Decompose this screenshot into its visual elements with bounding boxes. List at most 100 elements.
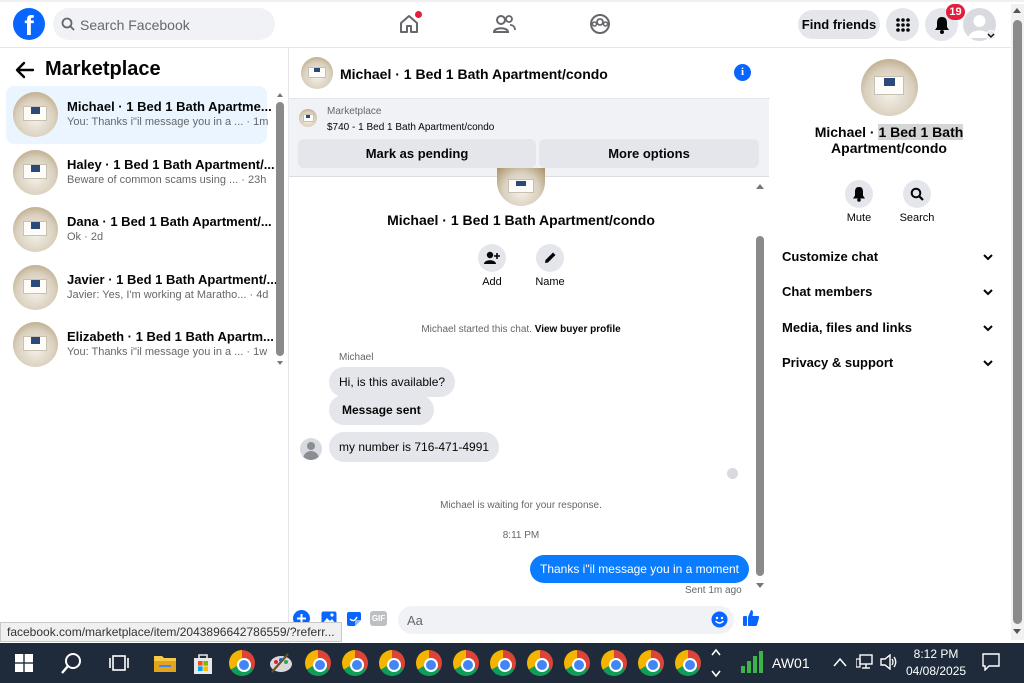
received-message-bubble[interactable]: Message sent xyxy=(329,395,434,425)
marketplace-title: Marketplace xyxy=(45,58,161,80)
add-label: Add xyxy=(482,276,502,288)
scroll-up-arrow-icon[interactable] xyxy=(1012,6,1022,14)
message-input[interactable]: Aa xyxy=(398,606,734,634)
chrome-profile-icon[interactable] xyxy=(564,650,590,676)
conversation-item[interactable]: Dana · 1 Bed 1 Bath Apartment/... Ok · 2… xyxy=(6,201,272,259)
sender-avatar[interactable] xyxy=(300,438,322,460)
received-message-bubble[interactable]: Hi, is this available? xyxy=(329,367,456,397)
account-chevron-icon[interactable] xyxy=(986,30,996,40)
mark-as-pending-button[interactable]: Mark as pending xyxy=(298,139,536,168)
edit-pencil-icon[interactable] xyxy=(536,244,564,272)
name-label: Name xyxy=(535,276,565,288)
seen-avatar-icon xyxy=(727,468,738,479)
chevron-down-icon xyxy=(983,325,993,332)
privacy-support-section[interactable]: Privacy & support xyxy=(782,355,996,375)
search-label: Search xyxy=(899,212,935,224)
chrome-profile-icon[interactable] xyxy=(342,650,368,676)
waiting-notice: Michael is waiting for your response. xyxy=(440,500,602,511)
conversation-preview: Javier: Yes, I'm working at Maratho... ·… xyxy=(67,289,269,301)
conversation-name: Elizabeth · 1 Bed 1 Bath Apartm... xyxy=(67,329,274,344)
search-chat-icon[interactable] xyxy=(903,180,931,208)
taskbar-clock-time[interactable]: 8:12 PM xyxy=(912,647,960,661)
view-buyer-profile-link[interactable]: View buyer profile xyxy=(535,324,621,335)
thumbs-up-icon[interactable] xyxy=(742,609,760,630)
chrome-profile-icon[interactable] xyxy=(638,650,664,676)
taskbar-clock-date[interactable]: 04/08/2025 xyxy=(906,664,966,678)
facebook-logo[interactable]: f xyxy=(13,8,45,40)
network-icon[interactable] xyxy=(856,654,874,670)
show-hidden-icons-icon[interactable] xyxy=(833,657,847,667)
taskbar-overflow-chevrons-icon[interactable] xyxy=(710,646,722,680)
scroll-down-arrow-icon[interactable] xyxy=(1012,628,1022,636)
aw01-app-label[interactable]: AW01 xyxy=(772,655,810,671)
add-person-icon[interactable] xyxy=(478,244,506,272)
customize-chat-section[interactable]: Customize chat xyxy=(782,249,996,269)
chevron-down-icon xyxy=(983,254,993,261)
conversation-item[interactable]: Michael · 1 Bed 1 Bath Apartme... You: T… xyxy=(6,86,272,144)
chrome-profile-icon[interactable] xyxy=(379,650,405,676)
taskbar-search-icon[interactable] xyxy=(60,651,84,675)
search-icon xyxy=(61,17,75,31)
listing-thumbnail xyxy=(13,150,58,195)
message-timestamp: 8:11 PM xyxy=(502,530,540,541)
chrome-app-icon[interactable] xyxy=(229,650,255,676)
chrome-profile-icon[interactable] xyxy=(490,650,516,676)
info-icon[interactable]: i xyxy=(734,64,751,81)
back-arrow-icon[interactable] xyxy=(15,61,35,82)
sent-message-bubble[interactable]: Thanks i"il message you in a moment xyxy=(530,555,750,583)
chat-intro-thumbnail xyxy=(497,168,545,206)
volume-icon[interactable] xyxy=(880,654,898,670)
home-notification-dot xyxy=(415,11,422,18)
paint-app-icon[interactable] xyxy=(268,650,294,676)
listing-banner-thumbnail xyxy=(299,109,317,127)
conversation-name: Haley · 1 Bed 1 Bath Apartment/... xyxy=(67,157,275,172)
chevron-down-icon xyxy=(983,360,993,367)
search-placeholder: Search Facebook xyxy=(80,17,190,33)
sender-name: Michael xyxy=(339,352,374,363)
aw01-app-icon[interactable] xyxy=(740,650,766,674)
chevron-down-icon xyxy=(983,289,993,296)
find-friends-button[interactable]: Find friends xyxy=(798,10,880,39)
conversation-name: Javier · 1 Bed 1 Bath Apartment/... xyxy=(67,272,278,287)
details-listing-thumbnail xyxy=(861,59,918,116)
listing-thumbnail xyxy=(13,322,58,367)
conversation-preview: You: Thanks i"il message you in a ... · … xyxy=(67,116,269,128)
chrome-profile-icon[interactable] xyxy=(675,650,701,676)
microsoft-store-icon[interactable] xyxy=(191,652,215,676)
media-files-links-section[interactable]: Media, files and links xyxy=(782,320,996,340)
chat-header-title[interactable]: Michael · 1 Bed 1 Bath Apartment/condo xyxy=(340,66,608,82)
mute-bell-icon[interactable] xyxy=(845,180,873,208)
page-scrollbar-thumb[interactable] xyxy=(1013,20,1022,624)
listing-thumbnail xyxy=(13,92,58,137)
chat-members-section[interactable]: Chat members xyxy=(782,284,996,304)
chrome-profile-icon[interactable] xyxy=(601,650,627,676)
more-options-button[interactable]: More options xyxy=(539,139,759,168)
chrome-profile-icon[interactable] xyxy=(527,650,553,676)
task-view-icon[interactable] xyxy=(109,654,129,672)
conversation-item[interactable]: Haley · 1 Bed 1 Bath Apartment/... Bewar… xyxy=(6,144,275,202)
details-title: Michael · 1 Bed 1 Bath Apartment/condo xyxy=(814,124,964,156)
received-message-bubble[interactable]: my number is 716-471-4991 xyxy=(329,432,500,462)
menu-grid-icon[interactable] xyxy=(886,8,919,41)
file-explorer-icon[interactable] xyxy=(153,653,177,673)
conversation-item[interactable]: Javier · 1 Bed 1 Bath Apartment/... Javi… xyxy=(6,259,277,317)
gif-icon[interactable]: GIF xyxy=(370,611,387,626)
listing-price[interactable]: $740 - 1 Bed 1 Bath Apartment/condo xyxy=(327,122,494,133)
emoji-icon[interactable] xyxy=(711,611,728,631)
chat-intro-title: Michael · 1 Bed 1 Bath Apartment/condo xyxy=(387,212,655,228)
message-input-placeholder: Aa xyxy=(407,613,423,628)
inbox-scrollbar[interactable] xyxy=(275,90,285,370)
chat-scrollbar[interactable] xyxy=(754,178,766,593)
chrome-profile-icon[interactable] xyxy=(416,650,442,676)
conversation-name: Michael · 1 Bed 1 Bath Apartme... xyxy=(67,99,272,114)
groups-icon[interactable] xyxy=(588,12,612,36)
listing-thumbnail xyxy=(13,207,58,252)
notification-center-icon[interactable] xyxy=(982,653,1000,671)
search-input[interactable]: Search Facebook xyxy=(53,8,275,40)
chrome-profile-icon[interactable] xyxy=(305,650,331,676)
sticker-icon[interactable] xyxy=(346,611,362,630)
windows-start-icon[interactable] xyxy=(15,654,33,672)
conversation-item[interactable]: Elizabeth · 1 Bed 1 Bath Apartm... You: … xyxy=(6,316,274,374)
chrome-profile-icon[interactable] xyxy=(453,650,479,676)
friends-icon[interactable] xyxy=(492,12,516,36)
